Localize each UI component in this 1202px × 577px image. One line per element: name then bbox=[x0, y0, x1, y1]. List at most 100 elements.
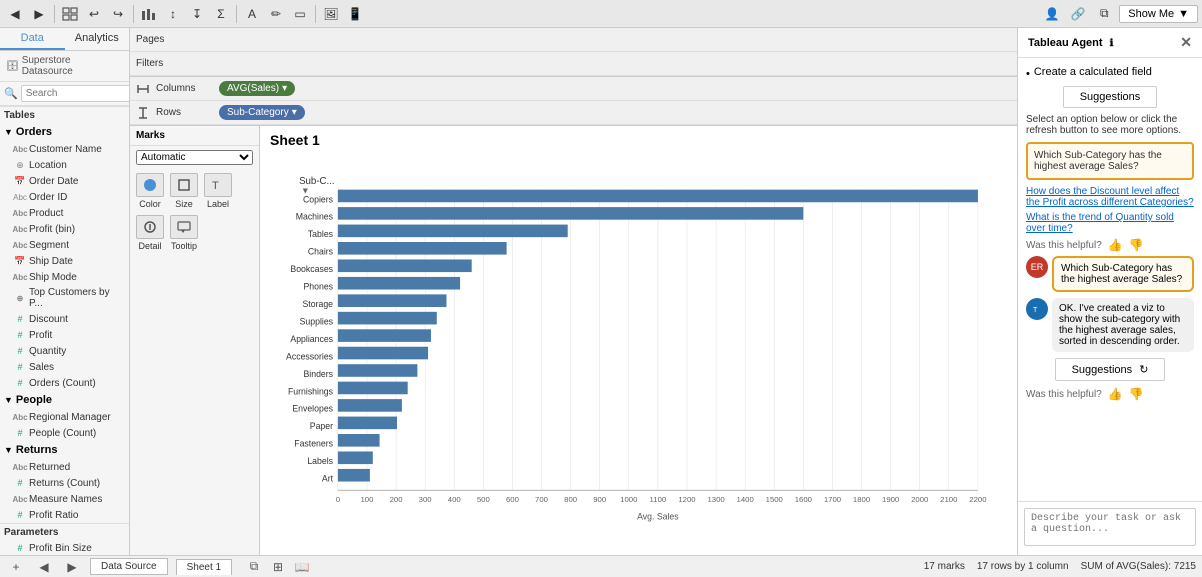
move-left-btn[interactable]: ◀ bbox=[34, 557, 54, 577]
svg-text:100: 100 bbox=[361, 495, 374, 504]
question-2[interactable]: How does the Discount level affect the P… bbox=[1026, 186, 1194, 208]
detail-mark-btn[interactable]: Detail bbox=[136, 215, 164, 251]
field-top-customers[interactable]: ⊕Top Customers by P... bbox=[0, 285, 129, 311]
field-customer-name[interactable]: AbcCustomer Name bbox=[0, 141, 129, 157]
field-segment[interactable]: AbcSegment bbox=[0, 237, 129, 253]
field-profit[interactable]: #Profit bbox=[0, 327, 129, 343]
redo-btn[interactable]: ↪ bbox=[107, 3, 129, 25]
field-profit-bin[interactable]: AbcProfit (bin) bbox=[0, 221, 129, 237]
svg-text:200: 200 bbox=[390, 495, 403, 504]
svg-text:500: 500 bbox=[477, 495, 490, 504]
tab-analytics[interactable]: Analytics bbox=[65, 28, 130, 50]
data-source-tab[interactable]: Data Source bbox=[90, 558, 168, 575]
marks-type-select[interactable]: Automatic Bar Line Area Circle bbox=[136, 150, 253, 165]
date-icon: 📅 bbox=[14, 175, 26, 187]
suggestions-btn[interactable]: Suggestions bbox=[1063, 86, 1158, 108]
sort-desc-btn[interactable]: ↧ bbox=[186, 3, 208, 25]
field-order-id[interactable]: AbcOrder ID bbox=[0, 189, 129, 205]
agent-response-text: OK. I've created a viz to show the sub-c… bbox=[1052, 298, 1194, 352]
parameters-section-label: Parameters bbox=[0, 523, 129, 540]
show-me-button[interactable]: Show Me ▼ bbox=[1119, 5, 1198, 23]
bar-chart-btn[interactable] bbox=[138, 3, 160, 25]
user-btn[interactable]: 👤 bbox=[1041, 3, 1063, 25]
tooltip-mark-btn[interactable]: Tooltip bbox=[170, 215, 198, 251]
color-mark-btn[interactable]: Color bbox=[136, 173, 164, 209]
duplicate-sheet-btn[interactable]: ⧉ bbox=[244, 557, 264, 577]
field-regional-manager[interactable]: AbcRegional Manager bbox=[0, 409, 129, 425]
field-quantity[interactable]: #Quantity bbox=[0, 343, 129, 359]
agent-text-input[interactable] bbox=[1024, 508, 1196, 546]
columns-pill[interactable]: AVG(Sales) ▾ bbox=[219, 81, 295, 96]
svg-text:Supplies: Supplies bbox=[300, 316, 334, 326]
field-orders-count[interactable]: #Orders (Count) bbox=[0, 375, 129, 391]
agent-info-icon[interactable]: ℹ bbox=[1110, 38, 1114, 49]
field-product[interactable]: AbcProduct bbox=[0, 205, 129, 221]
question-3[interactable]: What is the trend of Quantity sold over … bbox=[1026, 212, 1194, 234]
people-section[interactable]: ▼ People bbox=[0, 391, 129, 409]
sheet1-tab[interactable]: Sheet 1 bbox=[176, 559, 232, 575]
text-input-area bbox=[1018, 501, 1202, 555]
device-btn[interactable]: 📱 bbox=[344, 3, 366, 25]
add-sheet-btn[interactable]: + bbox=[6, 557, 26, 577]
undo-btn[interactable]: ↩ bbox=[83, 3, 105, 25]
new-story-btn[interactable]: 📖 bbox=[292, 557, 312, 577]
agent-close-btn[interactable]: ✕ bbox=[1180, 34, 1192, 51]
measure-icon1: # bbox=[14, 313, 26, 325]
annotation-btn[interactable]: ✏ bbox=[265, 3, 287, 25]
field-ship-date[interactable]: 📅Ship Date bbox=[0, 253, 129, 269]
highlight-btn[interactable]: A bbox=[241, 3, 263, 25]
agent-bullet-text: Create a calculated field bbox=[1034, 66, 1152, 78]
returns-section[interactable]: ▼ Returns bbox=[0, 441, 129, 459]
label-mark-btn[interactable]: T Label bbox=[204, 173, 232, 209]
rows-pill[interactable]: Sub-Category ▾ bbox=[219, 105, 305, 120]
abc-icon3: Abc bbox=[14, 223, 26, 235]
pill-dropdown-icon2: ▾ bbox=[292, 107, 297, 118]
bar-chart: Sub-C... ▼ bbox=[270, 158, 1007, 551]
image-btn[interactable]: 🖼 bbox=[320, 3, 342, 25]
back-btn[interactable]: ◀ bbox=[4, 3, 26, 25]
thumbs-down-icon-2[interactable]: 👎 bbox=[1129, 387, 1144, 401]
sum-info: SUM of AVG(Sales): 7215 bbox=[1081, 561, 1196, 572]
move-right-btn[interactable]: ▶ bbox=[62, 557, 82, 577]
orders-section[interactable]: ▼ Orders bbox=[0, 123, 129, 141]
marks-panel: Marks Automatic Bar Line Area Circle Col… bbox=[130, 126, 260, 555]
thumbs-down-icon[interactable]: 👎 bbox=[1129, 238, 1144, 252]
svg-text:1800: 1800 bbox=[853, 495, 870, 504]
abc-icon8: Abc bbox=[14, 461, 26, 473]
size-mark-btn[interactable]: Size bbox=[170, 173, 198, 209]
share-btn[interactable]: 🔗 bbox=[1067, 3, 1089, 25]
field-people-count[interactable]: #People (Count) bbox=[0, 425, 129, 441]
measure-icon2: # bbox=[14, 329, 26, 341]
thumbs-up-icon[interactable]: 👍 bbox=[1108, 238, 1123, 252]
question-card-1[interactable]: Which Sub-Category has the highest avera… bbox=[1026, 142, 1194, 180]
field-sales[interactable]: #Sales bbox=[0, 359, 129, 375]
field-returned[interactable]: AbcReturned bbox=[0, 459, 129, 475]
field-returns-count[interactable]: #Returns (Count) bbox=[0, 475, 129, 491]
new-datasource-btn[interactable] bbox=[59, 3, 81, 25]
field-discount[interactable]: #Discount bbox=[0, 311, 129, 327]
suggestions-btn-2[interactable]: Suggestions ↻ bbox=[1055, 358, 1166, 381]
question1-text: Which Sub-Category has the highest avera… bbox=[1034, 150, 1162, 172]
sum-btn[interactable]: Σ bbox=[210, 3, 232, 25]
forward-btn[interactable]: ▶ bbox=[28, 3, 50, 25]
helpful-label-2: Was this helpful? bbox=[1026, 389, 1102, 400]
tooltip-btn[interactable]: ▭ bbox=[289, 3, 311, 25]
search-input[interactable] bbox=[21, 85, 130, 102]
geo-icon: ⊕ bbox=[14, 159, 26, 171]
sort-asc-btn[interactable]: ↕ bbox=[162, 3, 184, 25]
field-profit-bin-size[interactable]: #Profit Bin Size bbox=[0, 540, 129, 555]
tab-data[interactable]: Data bbox=[0, 28, 65, 50]
thumbs-up-icon-2[interactable]: 👍 bbox=[1108, 387, 1123, 401]
present-btn[interactable]: ⧉ bbox=[1093, 3, 1115, 25]
svg-text:2100: 2100 bbox=[940, 495, 957, 504]
field-location[interactable]: ⊕Location bbox=[0, 157, 129, 173]
field-measure-names[interactable]: AbcMeasure Names bbox=[0, 491, 129, 507]
abc-icon6: ⊕ bbox=[14, 292, 26, 304]
new-dashboard-btn[interactable]: ⊞ bbox=[268, 557, 288, 577]
field-order-date[interactable]: 📅Order Date bbox=[0, 173, 129, 189]
field-ship-mode[interactable]: AbcShip Mode bbox=[0, 269, 129, 285]
detail-icon bbox=[136, 215, 164, 239]
field-profit-ratio[interactable]: #Profit Ratio bbox=[0, 507, 129, 523]
svg-text:Avg. Sales: Avg. Sales bbox=[637, 511, 679, 521]
marks-buttons: Color Size T Label bbox=[130, 169, 259, 255]
